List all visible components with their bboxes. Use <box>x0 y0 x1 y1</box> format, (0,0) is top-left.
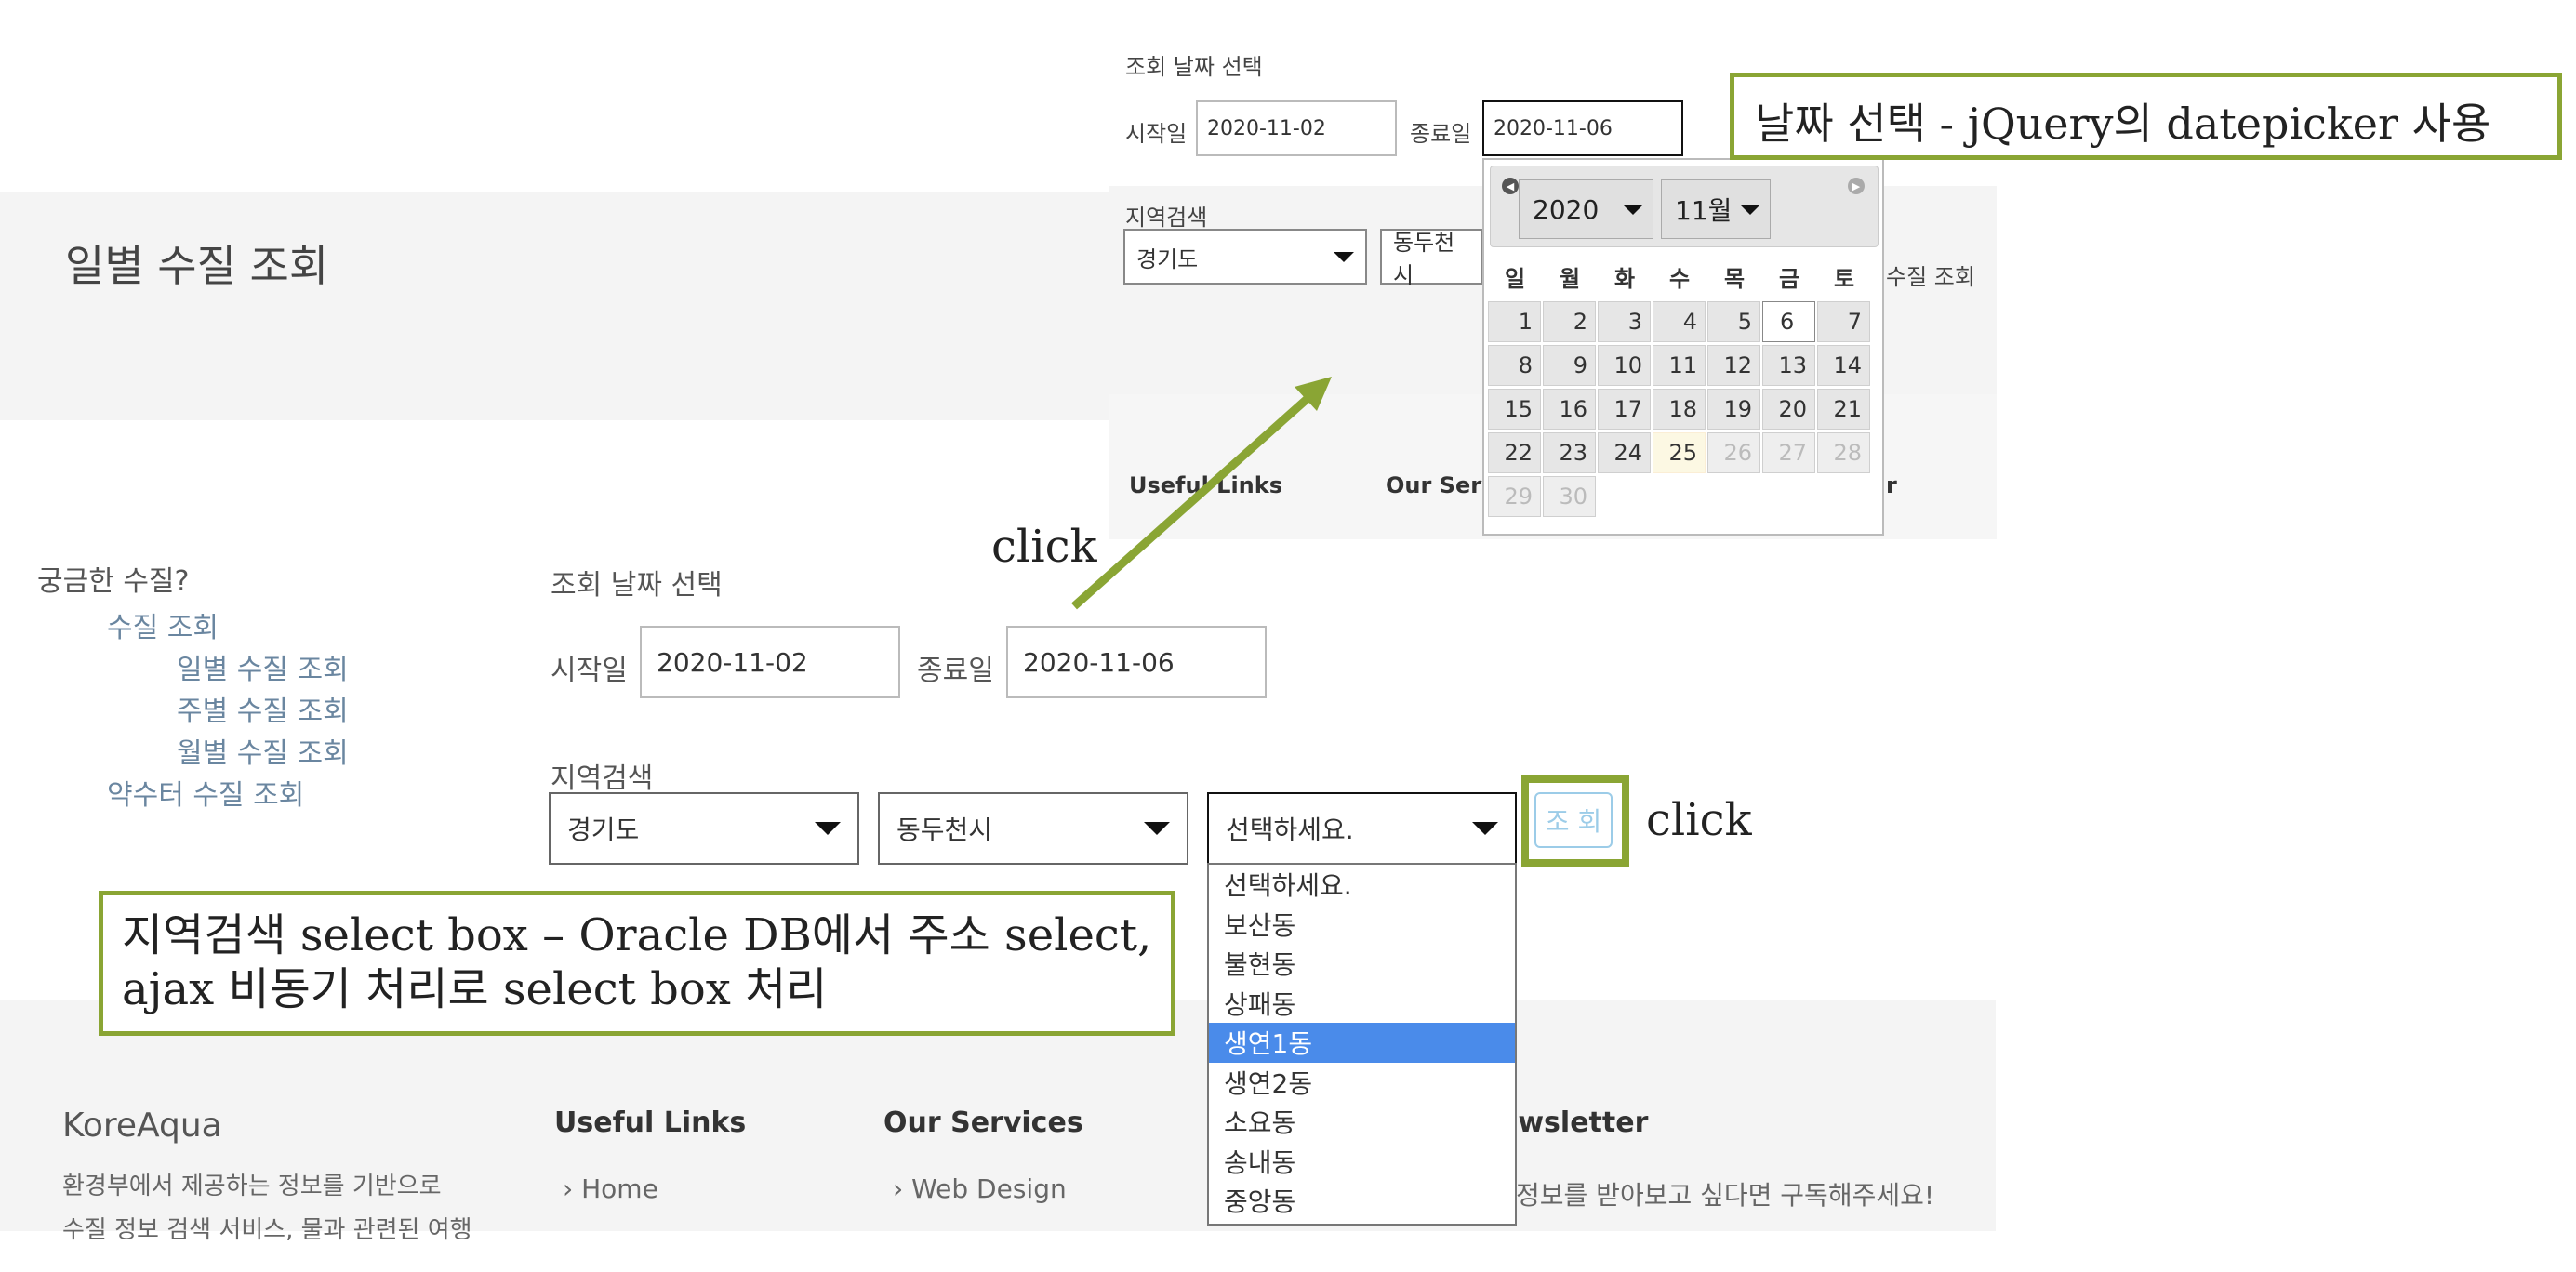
annotation-arrow <box>1071 377 1332 610</box>
